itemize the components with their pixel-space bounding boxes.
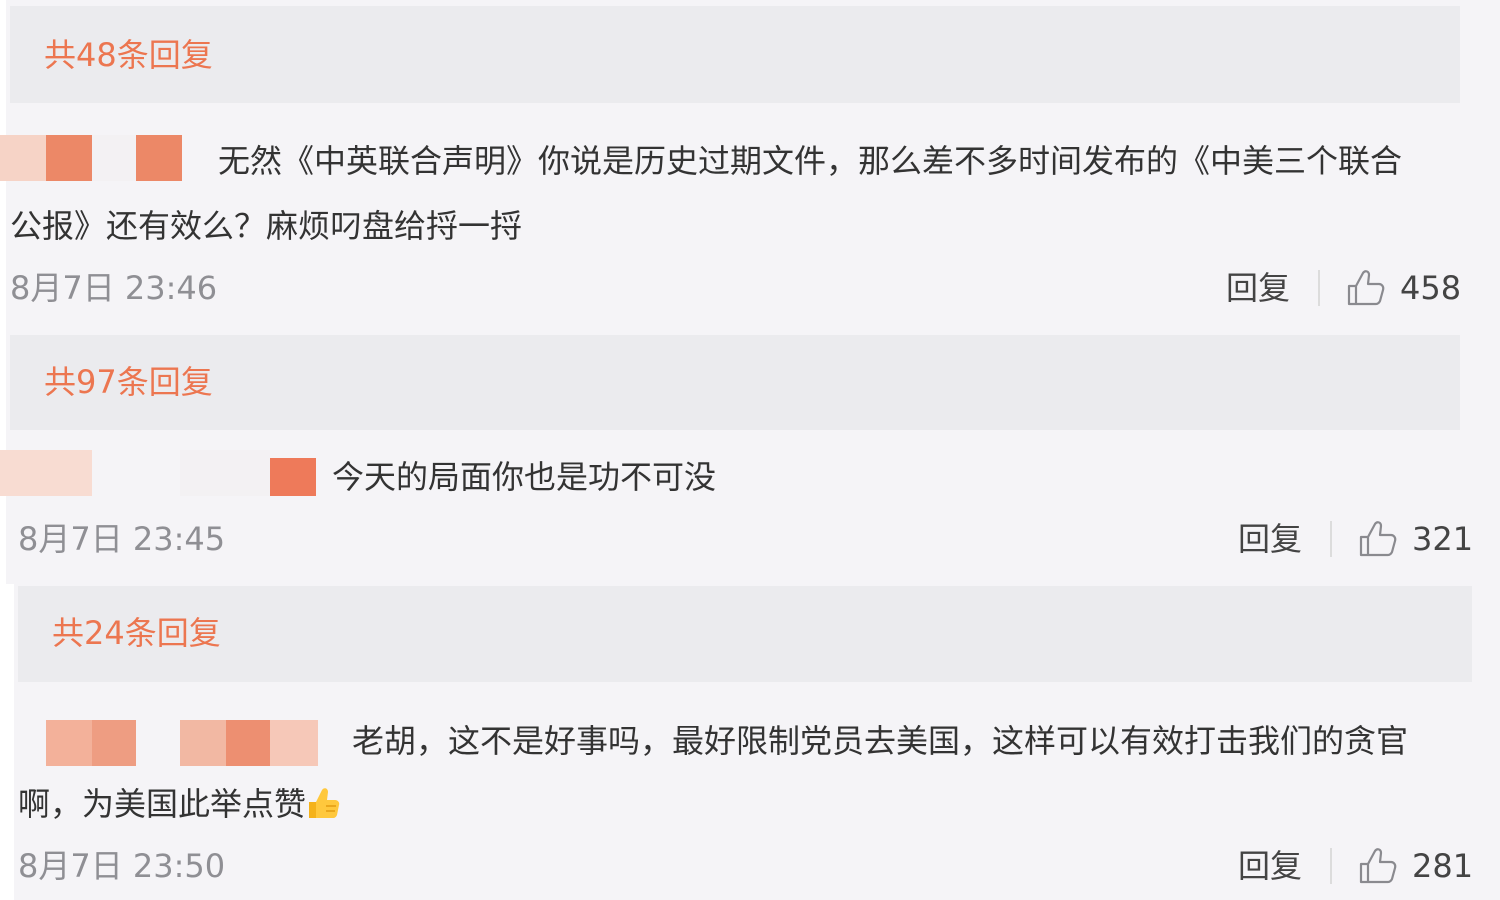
reply-count-bar[interactable] <box>10 6 1460 103</box>
like-button[interactable]: 321 <box>1358 519 1473 559</box>
reply-count-link[interactable]: 共48条回复 <box>44 37 213 73</box>
like-button[interactable]: 281 <box>1358 846 1473 886</box>
reply-button[interactable]: 回复 <box>1238 521 1302 557</box>
like-count: 321 <box>1412 520 1474 558</box>
mask-block <box>180 720 226 766</box>
thumbs-up-emoji-icon <box>306 778 340 818</box>
comment-actions: 回复 458 <box>1226 268 1461 308</box>
comment-timestamp: 8月7日 23:50 <box>18 847 226 885</box>
reply-count-link[interactable]: 共97条回复 <box>44 364 213 400</box>
like-count: 458 <box>1400 269 1462 307</box>
comment-text: 啊，为美国此举点赞 <box>18 785 307 823</box>
like-count: 281 <box>1412 847 1474 885</box>
comment-timestamp: 8月7日 23:45 <box>18 520 226 558</box>
comment-text-line: 无然《中英联合声明》你说是历史过期文件，那么差不多时间发布的《中美三个联合 <box>218 142 1403 180</box>
comment-timestamp: 8月7日 23:46 <box>10 269 218 307</box>
reply-count-bar[interactable] <box>10 335 1460 430</box>
thumbs-up-icon <box>1358 846 1398 886</box>
action-divider <box>1330 848 1333 884</box>
masked-username[interactable] <box>0 450 316 496</box>
masked-username[interactable] <box>46 720 318 766</box>
comment-text-line: 今天的局面你也是功不可没 <box>332 458 717 496</box>
comment-actions: 回复 321 <box>1238 519 1473 559</box>
comment-text-line: 啊，为美国此举点赞 <box>18 772 340 836</box>
action-divider <box>1330 521 1333 557</box>
mask-block <box>270 720 318 766</box>
mask-block <box>0 450 92 496</box>
mask-block <box>46 135 92 181</box>
thumbs-up-icon <box>1358 519 1398 559</box>
comment-actions: 回复 281 <box>1238 846 1473 886</box>
mask-block <box>46 720 92 766</box>
mask-block <box>92 720 136 766</box>
mask-block <box>226 720 270 766</box>
like-button[interactable]: 458 <box>1346 268 1461 308</box>
mask-block <box>92 135 136 181</box>
reply-count-link[interactable]: 共24条回复 <box>52 615 221 651</box>
comment-text-line: 公报》还有效么？麻烦叼盘给捋一捋 <box>10 207 523 245</box>
reply-count-bar[interactable] <box>18 586 1472 682</box>
masked-username[interactable] <box>0 135 182 181</box>
mask-block <box>136 135 182 181</box>
action-divider <box>1318 270 1321 306</box>
mask-block <box>180 450 270 496</box>
reply-button[interactable]: 回复 <box>1226 270 1290 306</box>
thumbs-up-icon <box>1346 268 1386 308</box>
reply-button[interactable]: 回复 <box>1238 848 1302 884</box>
mask-block <box>0 135 46 181</box>
mask-block <box>270 458 316 496</box>
comment-text-line: 老胡，这不是好事吗，最好限制党员去美国，这样可以有效打击我们的贪官 <box>352 722 1409 760</box>
